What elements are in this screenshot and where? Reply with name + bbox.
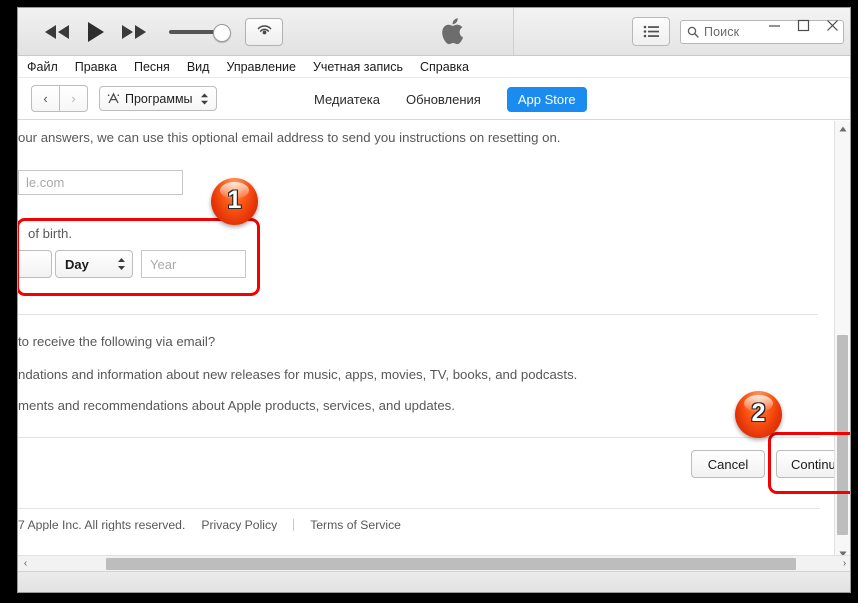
media-type-label: Программы: [125, 91, 193, 106]
volume-slider[interactable]: [169, 23, 237, 42]
menu-item-help[interactable]: Справка: [420, 60, 469, 74]
tab-library[interactable]: Медиатека: [314, 92, 380, 107]
close-button[interactable]: [818, 14, 847, 36]
rewind-icon[interactable]: [44, 24, 70, 40]
list-view-icon[interactable]: [632, 17, 670, 46]
date-of-birth-label: of birth.: [28, 226, 72, 241]
legal-footer: 7 Apple Inc. All rights reserved. Privac…: [18, 518, 401, 531]
stepper-up-down-icon: [118, 258, 125, 270]
menu-item-edit[interactable]: Правка: [75, 60, 117, 74]
scroll-right-button[interactable]: ›: [837, 556, 850, 571]
tab-app-store[interactable]: App Store: [506, 86, 587, 112]
form-actions: Cancel Continue: [18, 450, 850, 484]
privacy-policy-link[interactable]: Privacy Policy: [201, 518, 277, 531]
search-placeholder: Поиск: [704, 24, 740, 39]
birth-year-input[interactable]: Year: [141, 250, 246, 278]
terms-of-service-link[interactable]: Terms of Service: [310, 518, 401, 531]
horizontal-scrollbar[interactable]: ‹ ›: [18, 555, 850, 571]
screenshot-root: Поиск Файл Правка Песня Вид Управление У…: [0, 0, 858, 603]
status-bar: [18, 571, 850, 592]
email-preference-option-2: ments and recommendations about Apple pr…: [18, 398, 455, 413]
email-preference-option-1: ndations and information about new relea…: [18, 367, 578, 382]
account-creation-form: our answers, we can use this optional em…: [18, 120, 850, 531]
navigation-bar: ‹ › Программы Медиатека Обновления App S…: [18, 78, 850, 120]
birth-month-select[interactable]: [18, 250, 52, 278]
callout-badge-1: 1: [211, 178, 258, 225]
menu-item-controls[interactable]: Управление: [226, 60, 296, 74]
birth-day-select[interactable]: Day: [55, 250, 133, 278]
rescue-email-input[interactable]: le.com: [18, 170, 183, 195]
menu-item-account[interactable]: Учетная запись: [313, 60, 403, 74]
menu-item-file[interactable]: Файл: [27, 60, 58, 74]
vertical-scrollbar[interactable]: [834, 121, 850, 561]
fast-forward-icon[interactable]: [121, 24, 147, 40]
divider-3: [18, 508, 820, 509]
menu-item-view[interactable]: Вид: [187, 60, 210, 74]
callout-badge-2-number: 2: [751, 399, 766, 427]
callout-badge-2: 2: [735, 391, 782, 438]
copyright-text: 7 Apple Inc. All rights reserved.: [18, 518, 186, 531]
forward-button[interactable]: ›: [60, 85, 88, 112]
store-content-area: our answers, we can use this optional em…: [18, 120, 850, 531]
rescue-email-description: our answers, we can use this optional em…: [18, 130, 561, 145]
divider-1: [18, 314, 818, 315]
horizontal-scrollbar-thumb[interactable]: [106, 558, 796, 570]
apps-icon: [107, 92, 120, 104]
cancel-button[interactable]: Cancel: [691, 450, 765, 478]
scroll-left-button[interactable]: ‹: [18, 556, 33, 571]
search-icon: [687, 26, 699, 38]
play-icon[interactable]: [86, 21, 105, 43]
menu-bar: Файл Правка Песня Вид Управление Учетная…: [18, 56, 850, 78]
chevron-updown-icon: [200, 93, 208, 104]
scroll-up-button[interactable]: [835, 121, 850, 136]
window-controls: [760, 14, 847, 36]
media-type-picker[interactable]: Программы: [99, 86, 217, 111]
menu-item-song[interactable]: Песня: [134, 60, 170, 74]
title-bar: Поиск: [18, 8, 850, 56]
tab-updates[interactable]: Обновления: [406, 92, 481, 107]
volume-knob[interactable]: [213, 23, 231, 42]
minimize-button[interactable]: [760, 14, 789, 36]
maximize-button[interactable]: [789, 14, 818, 36]
callout-badge-1-number: 1: [227, 186, 242, 214]
vertical-scrollbar-thumb[interactable]: [837, 335, 848, 535]
history-nav-group: ‹ ›: [31, 85, 88, 112]
divider-2: [18, 437, 820, 438]
airplay-icon[interactable]: [245, 17, 283, 46]
birth-day-value: Day: [65, 256, 89, 272]
itunes-window: Поиск Файл Правка Песня Вид Управление У…: [17, 7, 851, 593]
email-preferences-question: to receive the following via email?: [18, 334, 216, 349]
store-tabs: Медиатека Обновления App Store: [314, 78, 587, 120]
apple-logo-icon: [388, 8, 518, 55]
back-button[interactable]: ‹: [31, 85, 60, 112]
footer-divider: [293, 518, 295, 531]
